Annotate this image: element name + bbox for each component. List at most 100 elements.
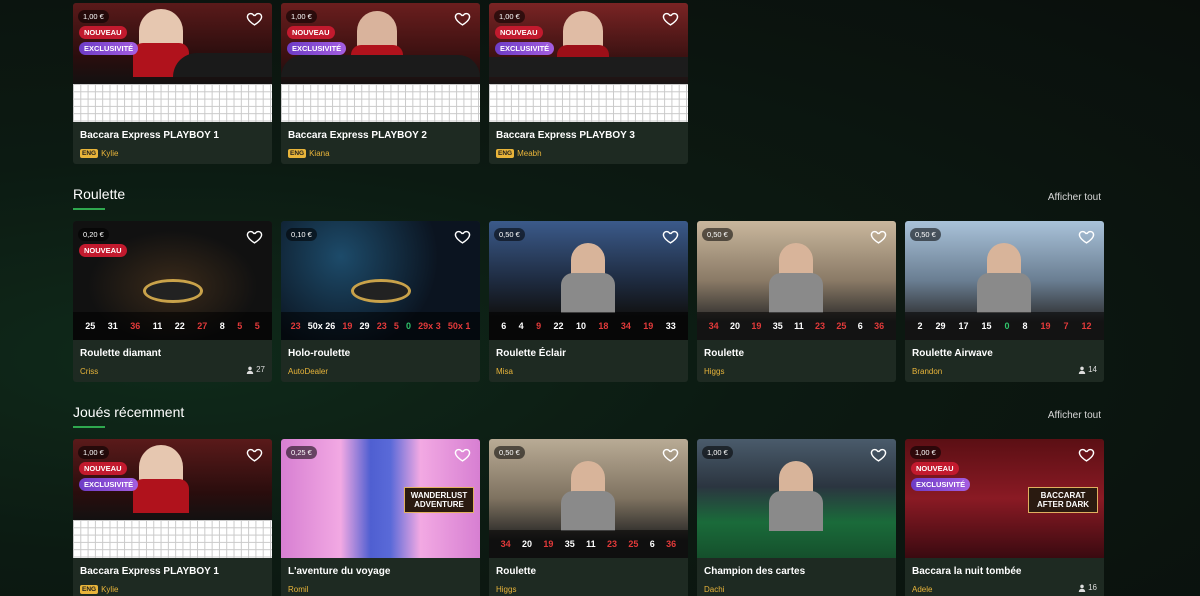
game-card[interactable]: WANDERLUST ADVENTURE 0,25 € L'aventure du … (281, 439, 480, 596)
result-number: 5 (254, 321, 260, 331)
result-number: 29 (935, 321, 946, 331)
recent-results: 34 20 19 35 11 23 25 6 36 (697, 312, 896, 340)
game-title: Roulette diamant (80, 348, 162, 359)
result-number: 34 (500, 539, 511, 549)
favorite-heart-icon[interactable] (870, 228, 887, 245)
result-number: 8 (219, 321, 225, 331)
min-bet: 1,00 € (702, 446, 733, 459)
result-number: 11 (152, 321, 163, 331)
game-card[interactable]: 2 29 17 15 0 8 19 7 12 0,50 € Roulette Airwave Bran… (905, 221, 1104, 382)
game-title: Baccara Express PLAYBOY 1 (80, 130, 219, 141)
result-number: 23 (607, 539, 618, 549)
result-number: 25 (85, 321, 96, 331)
game-card[interactable]: 1,00 € NOUVEAU EXCLUSIVITÉ Baccara Expre… (489, 3, 688, 164)
new-badge: NOUVEAU (79, 26, 127, 39)
result-number: 23 (290, 321, 301, 331)
min-bet: 1,00 € (78, 10, 109, 23)
result-number: 2 (917, 321, 923, 331)
player-count-value: 27 (256, 365, 265, 374)
dealer-name: Adele (912, 585, 933, 594)
favorite-heart-icon[interactable] (454, 228, 471, 245)
player-count: 14 (1078, 365, 1097, 374)
show-all-link[interactable]: Afficher tout (1048, 192, 1101, 203)
result-number: 10 (575, 321, 586, 331)
section-title-roulette: Roulette (73, 186, 126, 210)
min-bet: 1,00 € (286, 10, 317, 23)
dealer-info: Higgs (496, 585, 516, 594)
game-card[interactable]: 25 31 36 11 22 27 8 5 5 0,20 € NOUVEAU Roulette dia… (73, 221, 272, 382)
game-title: Baccara Express PLAYBOY 1 (80, 566, 219, 577)
dealer-name: Brandon (912, 367, 943, 376)
game-card[interactable]: 23 50x 26 19 29 23 5 0 29x 3 50x 1 0,10 € Holo-rou… (281, 221, 480, 382)
result-number: 36 (874, 321, 885, 331)
dealer-info: Higgs (704, 367, 724, 376)
exclusive-badge: EXCLUSIVITÉ (495, 42, 555, 55)
result-number: 35 (772, 321, 783, 331)
game-title: Baccara Express PLAYBOY 2 (288, 130, 427, 141)
result-number: 18 (598, 321, 609, 331)
score-grid (73, 84, 272, 122)
result-number: 17 (958, 321, 969, 331)
game-title: L'aventure du voyage (288, 566, 391, 577)
exclusive-badge: EXCLUSIVITÉ (911, 478, 971, 491)
section-title-recent: Joués récemment (73, 404, 185, 428)
dealer-info: Criss (80, 367, 98, 376)
favorite-heart-icon[interactable] (454, 446, 471, 463)
dealer-info: ENG Meabh (496, 149, 542, 158)
result-number: 33 (665, 321, 676, 331)
dealer-info: ENG Kiana (288, 149, 330, 158)
game-card[interactable]: 1,00 € NOUVEAU EXCLUSIVITÉ Baccara Express … (73, 439, 272, 596)
favorite-heart-icon[interactable] (246, 228, 263, 245)
game-title: Roulette (496, 566, 536, 577)
game-logo: BACCARAT AFTER DARK (1028, 487, 1098, 513)
language-badge: ENG (496, 149, 515, 158)
result-number: 36 (130, 321, 141, 331)
result-number: 50x 26 (307, 321, 336, 331)
favorite-heart-icon[interactable] (662, 446, 679, 463)
game-card[interactable]: 1,00 € NOUVEAU EXCLUSIVITÉ Baccara Expre… (281, 3, 480, 164)
favorite-heart-icon[interactable] (662, 228, 679, 245)
dealer-name: Higgs (704, 367, 725, 376)
dealer-name: Kylie (101, 585, 119, 594)
favorite-heart-icon[interactable] (870, 446, 887, 463)
favorite-heart-icon[interactable] (246, 10, 263, 27)
dealer-info: ENG Kylie (80, 149, 118, 158)
recent-results: 34 20 19 35 11 23 25 6 36 (489, 530, 688, 558)
favorite-heart-icon[interactable] (1078, 228, 1095, 245)
recent-results: 23 50x 26 19 29 23 5 0 29x 3 50x 1 (281, 312, 480, 340)
favorite-heart-icon[interactable] (246, 446, 263, 463)
result-number: 6 (501, 321, 507, 331)
favorite-heart-icon[interactable] (454, 10, 471, 27)
result-number: 6 (649, 539, 655, 549)
result-number: 5 (393, 321, 399, 331)
game-title: Roulette Airwave (912, 348, 993, 359)
dealer-name: Higgs (496, 585, 517, 594)
result-number: 12 (1081, 321, 1092, 331)
dealer-name: AutoDealer (288, 367, 329, 376)
result-number: 22 (553, 321, 564, 331)
player-count: 27 (246, 365, 265, 374)
result-number: 23 (815, 321, 826, 331)
game-card[interactable]: 34 20 19 35 11 23 25 6 36 0,50 € Roulette Higgs (489, 439, 688, 596)
game-title: Roulette Éclair (496, 348, 567, 359)
min-bet: 0,50 € (494, 228, 525, 241)
min-bet: 0,50 € (910, 228, 941, 241)
new-badge: NOUVEAU (79, 244, 127, 257)
game-card[interactable]: 1,00 € Champion des cartes Dachi (697, 439, 896, 596)
player-count-value: 16 (1088, 583, 1097, 592)
show-all-link[interactable]: Afficher tout (1048, 410, 1101, 421)
game-card[interactable]: 1,00 € NOUVEAU EXCLUSIVITÉ Baccara Expre… (73, 3, 272, 164)
result-number: 27 (197, 321, 208, 331)
game-card[interactable]: 34 20 19 35 11 23 25 6 36 0,50 € Roulette Higgs (697, 221, 896, 382)
game-card[interactable]: BACCARAT AFTER DARK 1,00 € NOUVEAU EXCLUSIV… (905, 439, 1104, 596)
favorite-heart-icon[interactable] (1078, 446, 1095, 463)
new-badge: NOUVEAU (287, 26, 335, 39)
result-number: 8 (1022, 321, 1028, 331)
dealer-name: Dachi (704, 585, 725, 594)
language-badge: ENG (288, 149, 307, 158)
game-card[interactable]: 6 4 9 22 10 18 34 19 33 0,50 € Roulette Éclair Misa (489, 221, 688, 382)
result-number: 19 (543, 539, 554, 549)
min-bet: 1,00 € (910, 446, 941, 459)
favorite-heart-icon[interactable] (662, 10, 679, 27)
score-grid (281, 84, 480, 122)
